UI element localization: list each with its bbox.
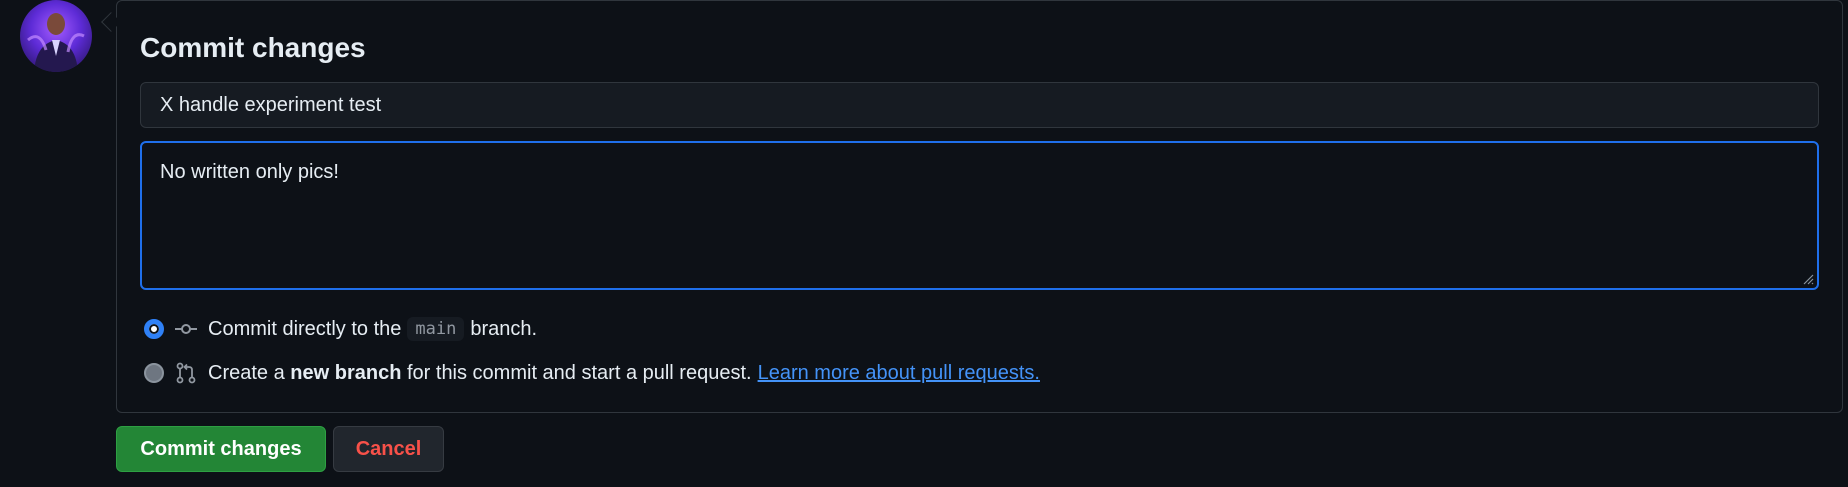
branch-name-code: main bbox=[407, 317, 465, 341]
new-branch-option[interactable]: Create a new branch for this commit and … bbox=[144, 357, 1040, 389]
new-branch-prefix: Create a bbox=[208, 361, 285, 384]
commit-direct-option[interactable]: Commit directly to the main branch. bbox=[144, 313, 537, 345]
user-avatar[interactable] bbox=[20, 0, 92, 72]
commit-direct-radio[interactable] bbox=[144, 319, 164, 339]
commit-description-text: No written only pics! bbox=[160, 161, 339, 183]
commit-direct-prefix: Commit directly to the bbox=[208, 317, 402, 340]
commit-changes-button[interactable]: Commit changes bbox=[116, 426, 326, 472]
cancel-button[interactable]: Cancel bbox=[333, 426, 444, 472]
learn-more-pull-requests-link[interactable]: Learn more about pull requests. bbox=[758, 362, 1040, 385]
new-branch-radio[interactable] bbox=[144, 363, 164, 383]
resize-grip-icon[interactable] bbox=[1802, 273, 1814, 285]
new-branch-suffix: for this commit and start a pull request… bbox=[406, 361, 752, 384]
git-commit-icon bbox=[175, 324, 197, 334]
commit-title: Commit changes bbox=[140, 32, 366, 63]
commit-direct-suffix: branch. bbox=[470, 317, 538, 340]
avatar-photo bbox=[27, 13, 85, 72]
commit-summary-input[interactable]: X handle experiment test bbox=[140, 82, 1819, 128]
git-pull-request-icon bbox=[176, 362, 196, 384]
commit-description-textarea[interactable]: No written only pics! bbox=[140, 141, 1819, 290]
new-branch-bold: new branch bbox=[290, 361, 402, 384]
